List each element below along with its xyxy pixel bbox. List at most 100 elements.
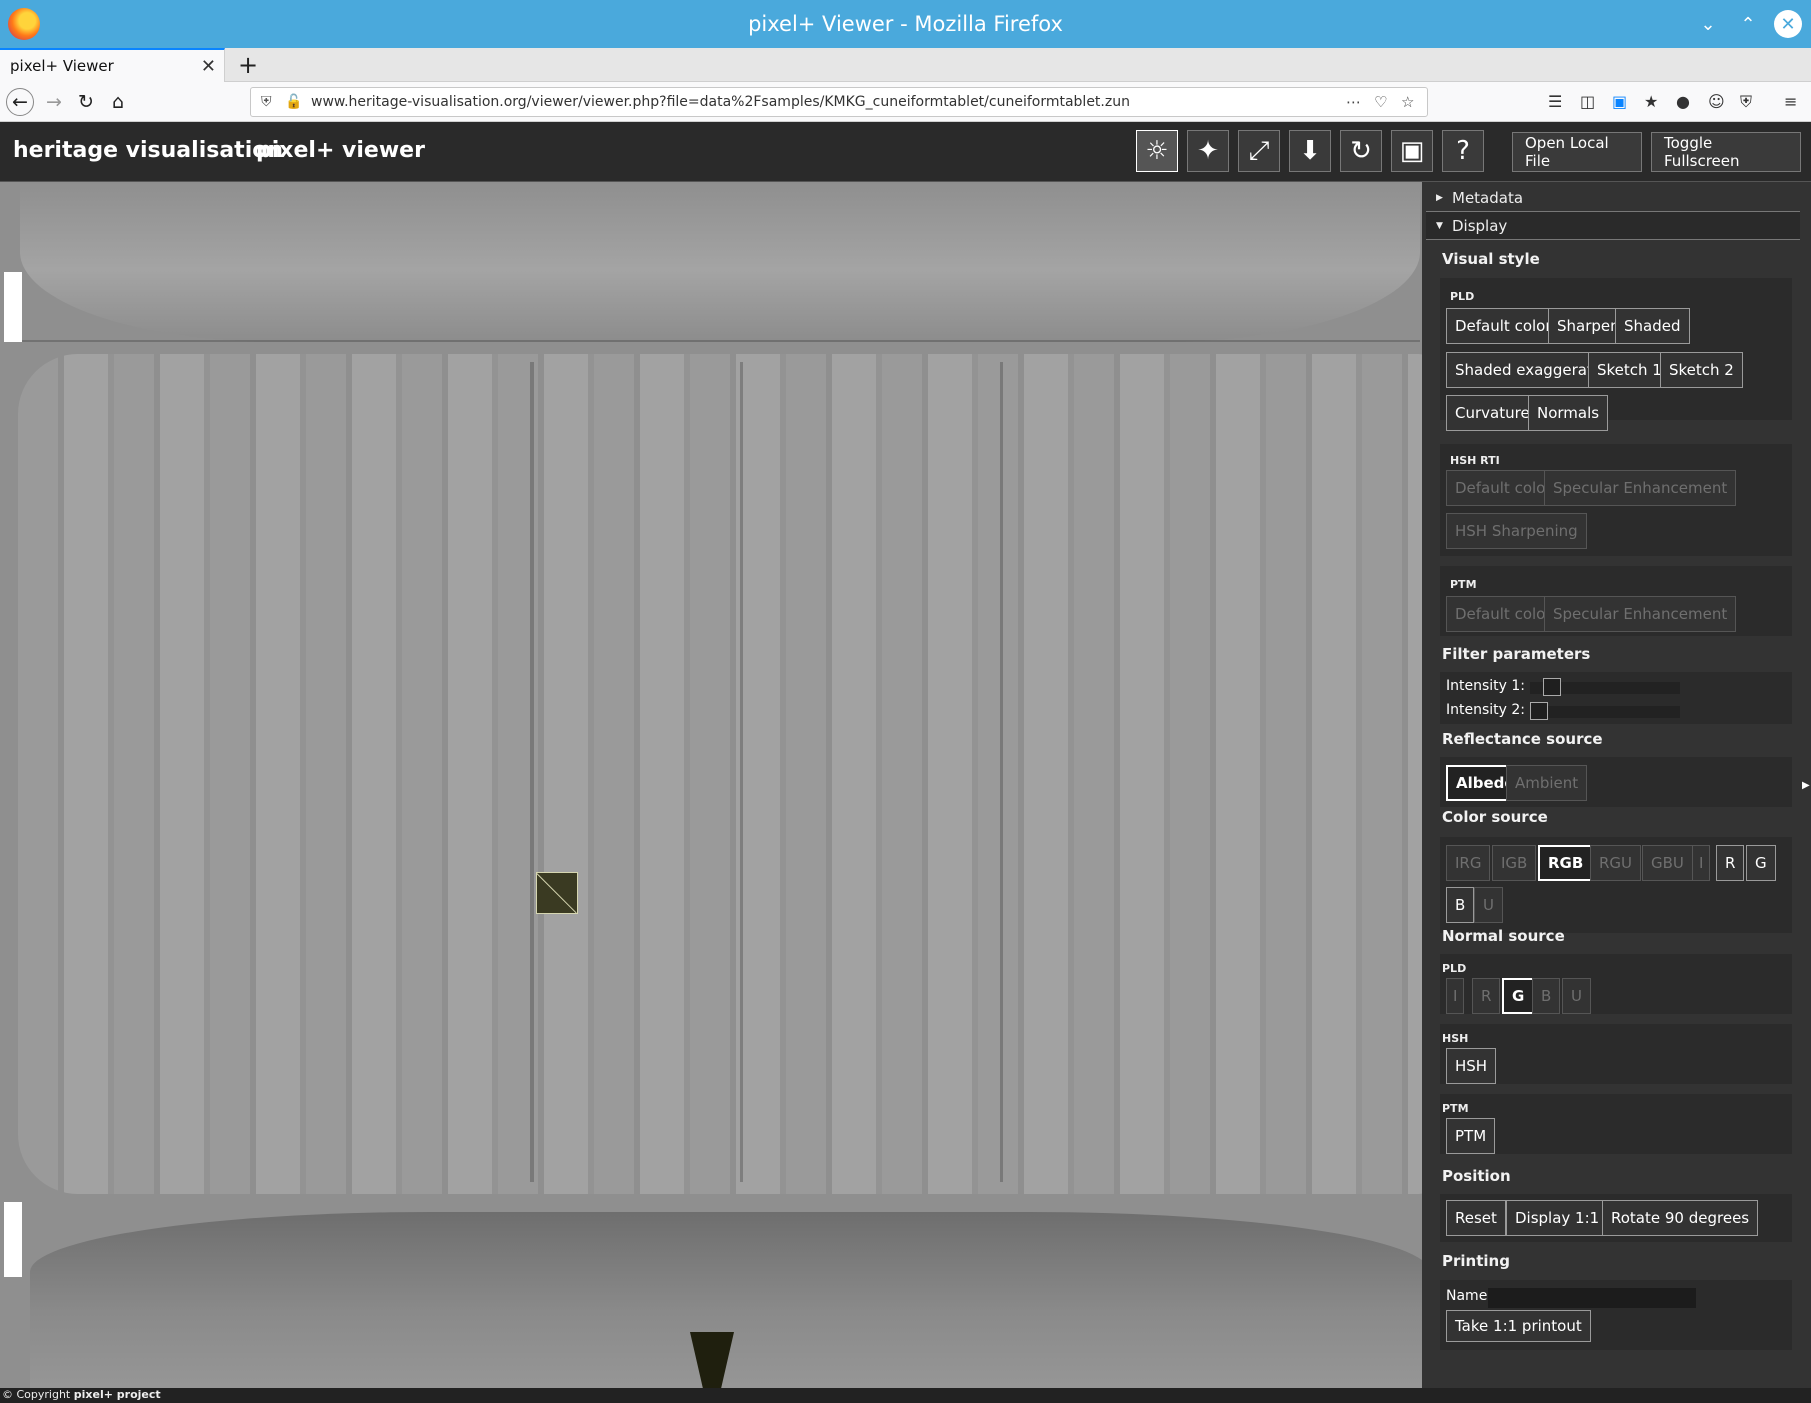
bookmark-star-icon[interactable]: ☆	[1401, 93, 1414, 111]
display-label: Display	[1452, 216, 1508, 235]
tab-title: pixel+ Viewer	[10, 57, 114, 75]
light-direction-handle[interactable]	[536, 872, 578, 914]
color-irg-button[interactable]: IRG	[1446, 845, 1491, 881]
close-window-icon[interactable]: ✕	[1774, 10, 1802, 38]
pld-style-group: PLD Default color Sharpen Shaded Shaded …	[1440, 278, 1792, 431]
pld-normals-button[interactable]: Normals	[1528, 395, 1609, 431]
library-icon[interactable]: ☰	[1548, 92, 1562, 111]
caret-right-icon: ▶	[1436, 192, 1443, 203]
minimize-icon[interactable]: ⌄	[1694, 10, 1722, 38]
color-rgu-button[interactable]: RGU	[1590, 845, 1642, 881]
color-g-button[interactable]: G	[1746, 845, 1776, 881]
url-text: www.heritage-visualisation.org/viewer/vi…	[311, 94, 1130, 110]
copyright-project-link[interactable]: pixel+ project	[74, 1388, 161, 1401]
metadata-label: Metadata	[1452, 188, 1524, 207]
page-actions-icon[interactable]: ⋯	[1346, 93, 1361, 111]
sidebar-icon[interactable]: ◫	[1580, 92, 1595, 111]
color-source-title: Color source	[1442, 808, 1548, 826]
color-gbu-button[interactable]: GBU	[1642, 845, 1693, 881]
tab-close-icon[interactable]: ✕	[201, 56, 216, 77]
rotate-90-button[interactable]: Rotate 90 degrees	[1602, 1200, 1759, 1236]
reload-icon[interactable]: ↻	[72, 88, 100, 116]
hsh-sharpening-button[interactable]: HSH Sharpening	[1446, 513, 1587, 549]
name-label: Name:	[1446, 1288, 1493, 1304]
app-header: heritage visualisation pixel+ viewer ☼ ✦…	[0, 122, 1811, 182]
normal-b-button[interactable]: B	[1532, 978, 1561, 1014]
color-b-button[interactable]: B	[1446, 887, 1475, 923]
pld-sketch2-button[interactable]: Sketch 2	[1660, 352, 1743, 388]
new-tab-icon[interactable]: +	[232, 48, 264, 82]
take-printout-button[interactable]: Take 1:1 printout	[1446, 1310, 1591, 1342]
3d-view-tool-icon[interactable]: ▣	[1391, 130, 1433, 172]
hsh-specular-enhancement-button[interactable]: Specular Enhancement	[1544, 470, 1737, 506]
fit-view-tool-icon[interactable]: ⤢	[1238, 130, 1280, 172]
insecure-lock-icon[interactable]: 🔓	[285, 94, 302, 110]
toggle-fullscreen-button[interactable]: Toggle Fullscreen	[1651, 132, 1801, 172]
pocket-icon[interactable]: ♡	[1374, 93, 1387, 111]
help-tool-icon[interactable]: ?	[1442, 130, 1484, 172]
firefox-logo-icon	[8, 8, 40, 40]
color-igb-button[interactable]: IGB	[1492, 845, 1537, 881]
normal-u-button[interactable]: U	[1562, 978, 1591, 1014]
extension-shield-icon[interactable]: ⛨	[1740, 92, 1752, 112]
intensity2-slider-thumb[interactable]	[1530, 702, 1548, 720]
normal-hsh-group: HSH HSH	[1440, 1024, 1792, 1084]
normal-i-button[interactable]: I	[1446, 978, 1465, 1014]
ambient-button[interactable]: Ambient	[1506, 765, 1588, 801]
extension-s-icon[interactable]: ▣	[1612, 92, 1627, 111]
color-u-button[interactable]: U	[1474, 887, 1503, 923]
light-pointer-marker[interactable]	[690, 1332, 734, 1388]
normal-g-button[interactable]: G	[1502, 978, 1535, 1014]
display-accordion[interactable]: ▼ Display	[1426, 212, 1800, 240]
filter-parameters-title: Filter parameters	[1442, 645, 1591, 663]
copyright-text: © Copyright	[2, 1388, 74, 1401]
reset-position-button[interactable]: Reset	[1446, 1200, 1506, 1236]
pld-sketch1-button[interactable]: Sketch 1	[1588, 352, 1671, 388]
url-bar[interactable]: ⛨ 🔓 www.heritage-visualisation.org/viewe…	[250, 87, 1428, 117]
intensity2-slider[interactable]	[1530, 702, 1680, 720]
shield-icon[interactable]: ⛨	[261, 94, 272, 110]
visual-style-title: Visual style	[1442, 250, 1540, 268]
home-icon[interactable]: ⌂	[104, 88, 132, 116]
copyright-footer: © Copyright pixel+ project	[0, 1388, 1811, 1403]
tab-bar: pixel+ Viewer ✕ +	[0, 48, 1811, 82]
normal-hsh-button[interactable]: HSH	[1446, 1048, 1497, 1084]
page-strip	[4, 1202, 22, 1277]
normal-ptm-button[interactable]: PTM	[1446, 1118, 1496, 1154]
pld-label: PLD	[1450, 290, 1475, 303]
menu-icon[interactable]: ≡	[1784, 92, 1797, 111]
open-local-file-button[interactable]: Open Local File	[1512, 132, 1642, 172]
pld-shaded-button[interactable]: Shaded	[1615, 308, 1690, 344]
normal-hsh-label: HSH	[1442, 1032, 1469, 1045]
printout-name-input[interactable]	[1488, 1288, 1696, 1308]
intensity1-slider-thumb[interactable]	[1543, 678, 1562, 696]
sidebar-collapse-arrow-icon[interactable]: ▶	[1802, 780, 1810, 791]
extension-badge-icon[interactable]: ★	[1644, 92, 1658, 111]
color-rgb-button[interactable]: RGB	[1538, 845, 1594, 881]
ptm-specular-enhancement-button[interactable]: Specular Enhancement	[1544, 596, 1737, 632]
brand-title[interactable]: heritage visualisation	[13, 138, 283, 163]
rotate-tool-icon[interactable]: ↻	[1340, 130, 1382, 172]
color-r-button[interactable]: R	[1716, 845, 1745, 881]
color-i-button[interactable]: I	[1692, 845, 1711, 881]
light-mode-tool-icon[interactable]: ☼	[1136, 130, 1178, 172]
extension-circle-icon[interactable]: ●	[1676, 92, 1690, 111]
tablet-viewer-canvas[interactable]	[0, 182, 1422, 1388]
page-strip	[4, 272, 22, 342]
browser-tab[interactable]: pixel+ Viewer ✕	[0, 48, 225, 82]
metadata-accordion[interactable]: ▶ Metadata	[1426, 184, 1800, 212]
magic-wand-tool-icon[interactable]: ✦	[1187, 130, 1229, 172]
forward-icon[interactable]: →	[40, 88, 68, 116]
pld-default-color-button[interactable]: Default color	[1446, 308, 1561, 344]
maximize-icon[interactable]: ⌃	[1734, 10, 1762, 38]
pld-curvature-button[interactable]: Curvature	[1446, 395, 1539, 431]
display-1-1-button[interactable]: Display 1:1	[1506, 1200, 1609, 1236]
normal-pld-label: PLD	[1442, 962, 1467, 975]
normal-r-button[interactable]: R	[1472, 978, 1501, 1014]
account-icon[interactable]: ☺	[1708, 92, 1725, 111]
reflectance-source-group: Albedo Ambient	[1440, 757, 1792, 807]
download-tool-icon[interactable]: ⬇	[1289, 130, 1331, 172]
intensity1-slider[interactable]	[1530, 678, 1680, 696]
app-title[interactable]: pixel+ viewer	[256, 138, 425, 163]
back-icon[interactable]: ←	[6, 88, 34, 116]
